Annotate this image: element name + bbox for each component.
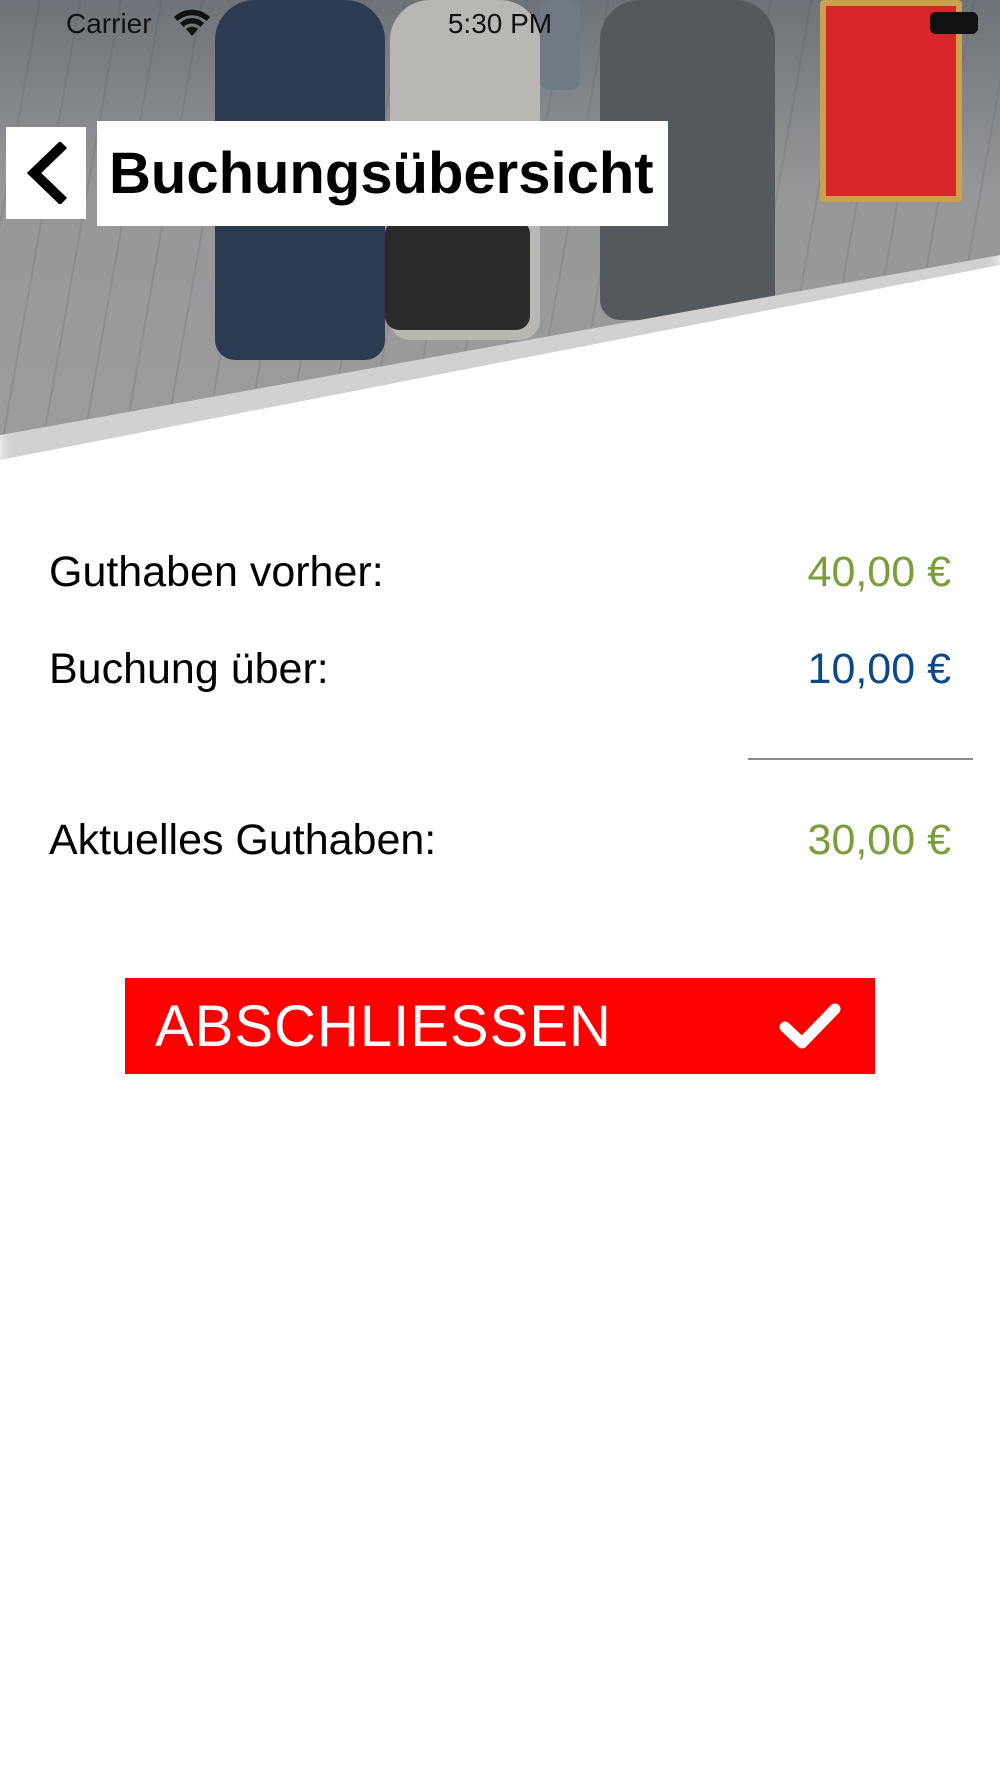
title-box: Buchungsübersicht bbox=[97, 121, 668, 226]
sum-divider bbox=[748, 758, 973, 760]
header-banner bbox=[0, 0, 1000, 470]
chevron-left-icon bbox=[26, 142, 68, 204]
street-photo bbox=[0, 0, 1000, 435]
clock: 5:30 PM bbox=[447, 8, 553, 39]
current-balance-label: Aktuelles Guthaben: bbox=[49, 816, 437, 864]
check-icon bbox=[779, 1003, 841, 1049]
status-bar: Carrier 5:30 PM bbox=[0, 0, 1000, 48]
booking-label: Buchung über: bbox=[49, 645, 329, 693]
balance-before-value: 40,00 € bbox=[807, 548, 951, 596]
battery-icon bbox=[930, 12, 978, 34]
balance-before-row: Guthaben vorher: 40,00 € bbox=[49, 548, 951, 597]
booking-value: 10,00 € bbox=[807, 645, 951, 693]
booking-row: Buchung über: 10,00 € bbox=[49, 645, 951, 694]
current-balance-value: 30,00 € bbox=[807, 816, 951, 864]
stroller bbox=[385, 220, 530, 330]
back-button[interactable] bbox=[6, 127, 86, 219]
balance-before-label: Guthaben vorher: bbox=[49, 548, 384, 596]
current-balance-row: Aktuelles Guthaben: 30,00 € bbox=[49, 816, 951, 865]
confirm-label: ABSCHLIESSEN bbox=[155, 993, 612, 1059]
confirm-button[interactable]: ABSCHLIESSEN bbox=[125, 978, 875, 1074]
page-title: Buchungsübersicht bbox=[109, 141, 654, 206]
